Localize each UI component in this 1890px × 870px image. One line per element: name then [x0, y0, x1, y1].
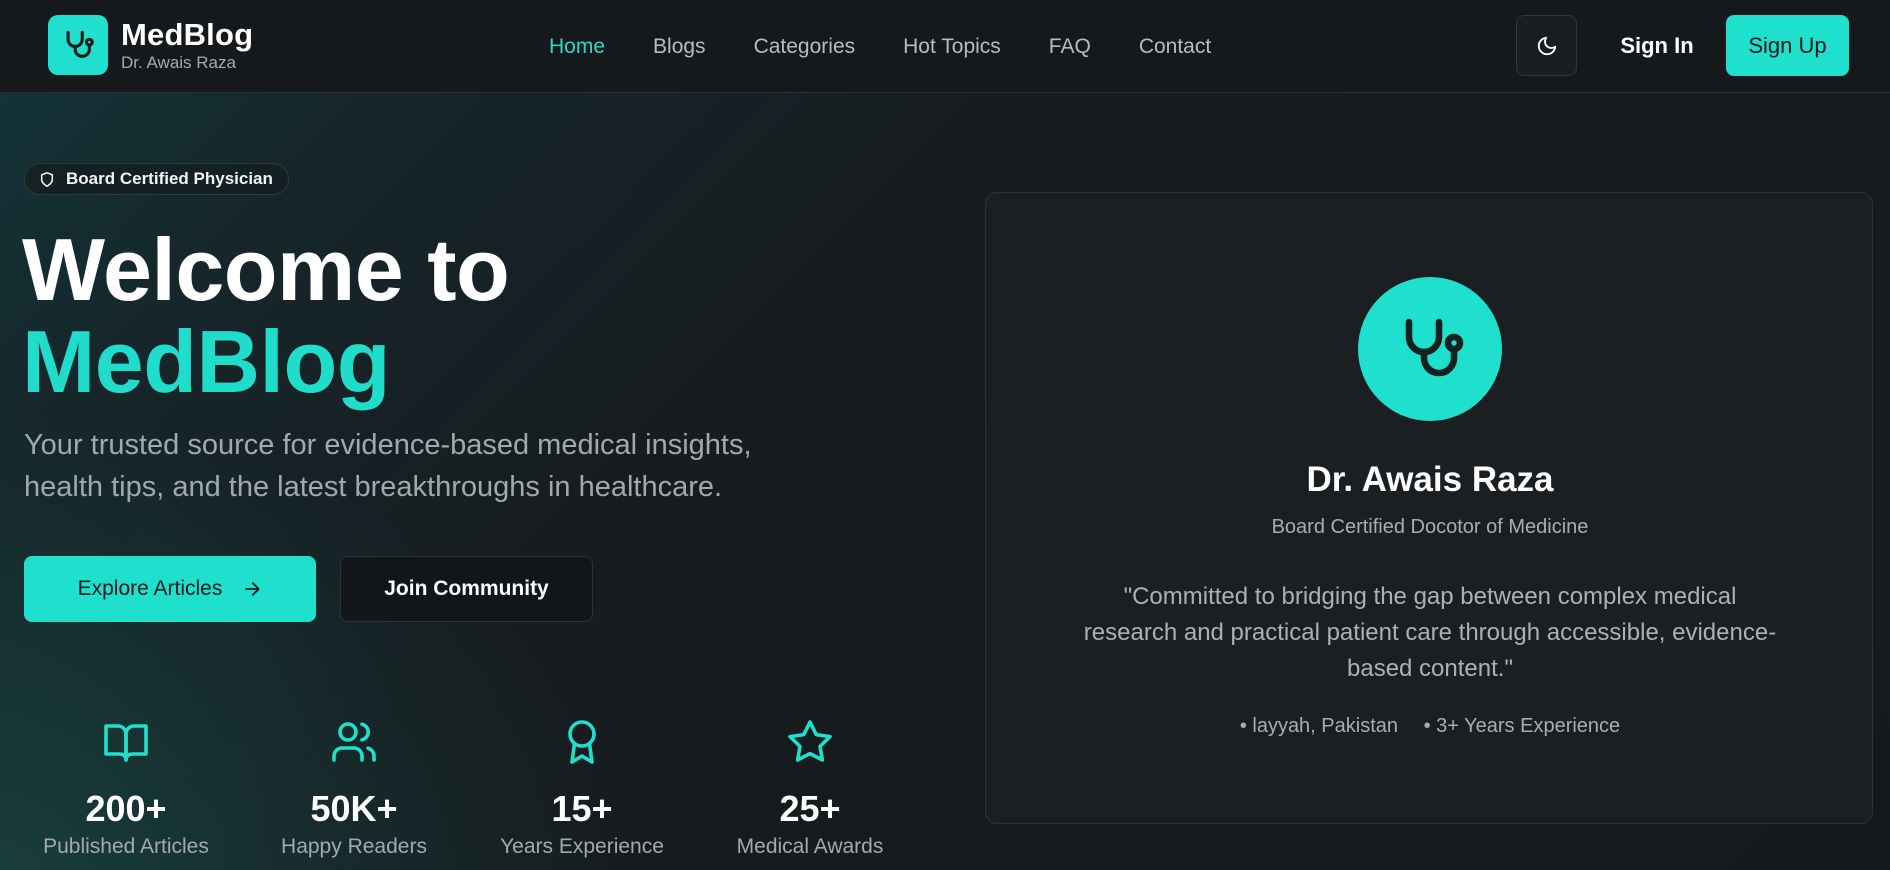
- brand-subtitle: Dr. Awais Raza: [121, 52, 236, 72]
- join-community-button[interactable]: Join Community: [340, 556, 593, 622]
- explore-articles-label: Explore Articles: [77, 577, 223, 600]
- brand-name: MedBlog: [121, 16, 254, 52]
- doctor-meta: • layyah, Pakistan • 3+ Years Experience: [986, 715, 1874, 738]
- nav-blogs[interactable]: Blogs: [653, 35, 706, 59]
- award-icon: [568, 720, 596, 764]
- certification-badge: Board Certified Physician: [24, 163, 289, 195]
- doctor-location: • layyah, Pakistan: [1239, 715, 1399, 737]
- brand-logo: [48, 15, 108, 75]
- book-open-icon: [104, 724, 148, 762]
- stat-label: Medical Awards: [736, 835, 884, 858]
- doctor-name: Dr. Awais Raza: [1306, 460, 1554, 499]
- stat-articles: 200+ Published Articles: [26, 718, 226, 860]
- hero-description: Your trusted source for evidence-based m…: [24, 429, 752, 503]
- doctor-quote: "Committed to bridging the gap between c…: [1083, 583, 1777, 682]
- sign-up-button[interactable]: Sign Up: [1726, 15, 1849, 76]
- stat-value: 50K+: [310, 788, 398, 829]
- stat-value: 15+: [551, 788, 613, 829]
- nav-home[interactable]: Home: [549, 35, 605, 59]
- doctor-avatar: [1358, 277, 1502, 421]
- explore-articles-button[interactable]: Explore Articles: [24, 556, 316, 622]
- shield-icon: [40, 171, 54, 187]
- badge-label: Board Certified Physician: [66, 169, 273, 188]
- theme-toggle-button[interactable]: [1516, 15, 1577, 76]
- nav-faq[interactable]: FAQ: [1049, 35, 1091, 59]
- nav-categories[interactable]: Categories: [754, 35, 856, 59]
- stat-label: Happy Readers: [281, 835, 427, 858]
- arrow-right-icon: [245, 582, 260, 596]
- doctor-profile-card: Dr. Awais Raza Board Certified Docotor o…: [985, 192, 1873, 824]
- stat-label: Years Experience: [500, 835, 664, 858]
- doctor-title: Board Certified Docotor of Medicine: [1271, 516, 1589, 538]
- hero-title-line2: MedBlog: [22, 312, 391, 411]
- users-icon: [332, 722, 376, 762]
- hero-title: Welcome to MedBlog: [22, 220, 510, 411]
- stat-experience: 15+ Years Experience: [482, 718, 682, 860]
- nav-hot-topics[interactable]: Hot Topics: [903, 35, 1001, 59]
- stat-value: 200+: [85, 788, 167, 829]
- hero-title-line1: Welcome to: [22, 220, 510, 319]
- stat-readers: 50K+ Happy Readers: [254, 718, 454, 860]
- doctor-experience: • 3+ Years Experience: [1423, 715, 1621, 737]
- stat-value: 25+: [779, 788, 841, 829]
- main-nav: Home Blogs Categories Hot Topics FAQ Con…: [549, 0, 1259, 93]
- sign-in-button[interactable]: Sign In: [1612, 15, 1702, 76]
- top-navbar: MedBlog Dr. Awais Raza Home Blogs Catego…: [0, 0, 1890, 93]
- stat-label: Published Articles: [43, 835, 209, 858]
- moon-icon: [1537, 36, 1556, 55]
- stat-awards: 25+ Medical Awards: [710, 718, 910, 860]
- stats-row: 200+ Published Articles 50K+ Happy Reade…: [24, 718, 904, 868]
- brand[interactable]: MedBlog Dr. Awais Raza: [48, 15, 253, 75]
- stethoscope-icon: [1405, 318, 1464, 377]
- star-icon: [788, 720, 832, 762]
- nav-contact[interactable]: Contact: [1139, 35, 1211, 59]
- stethoscope-icon: [66, 30, 94, 58]
